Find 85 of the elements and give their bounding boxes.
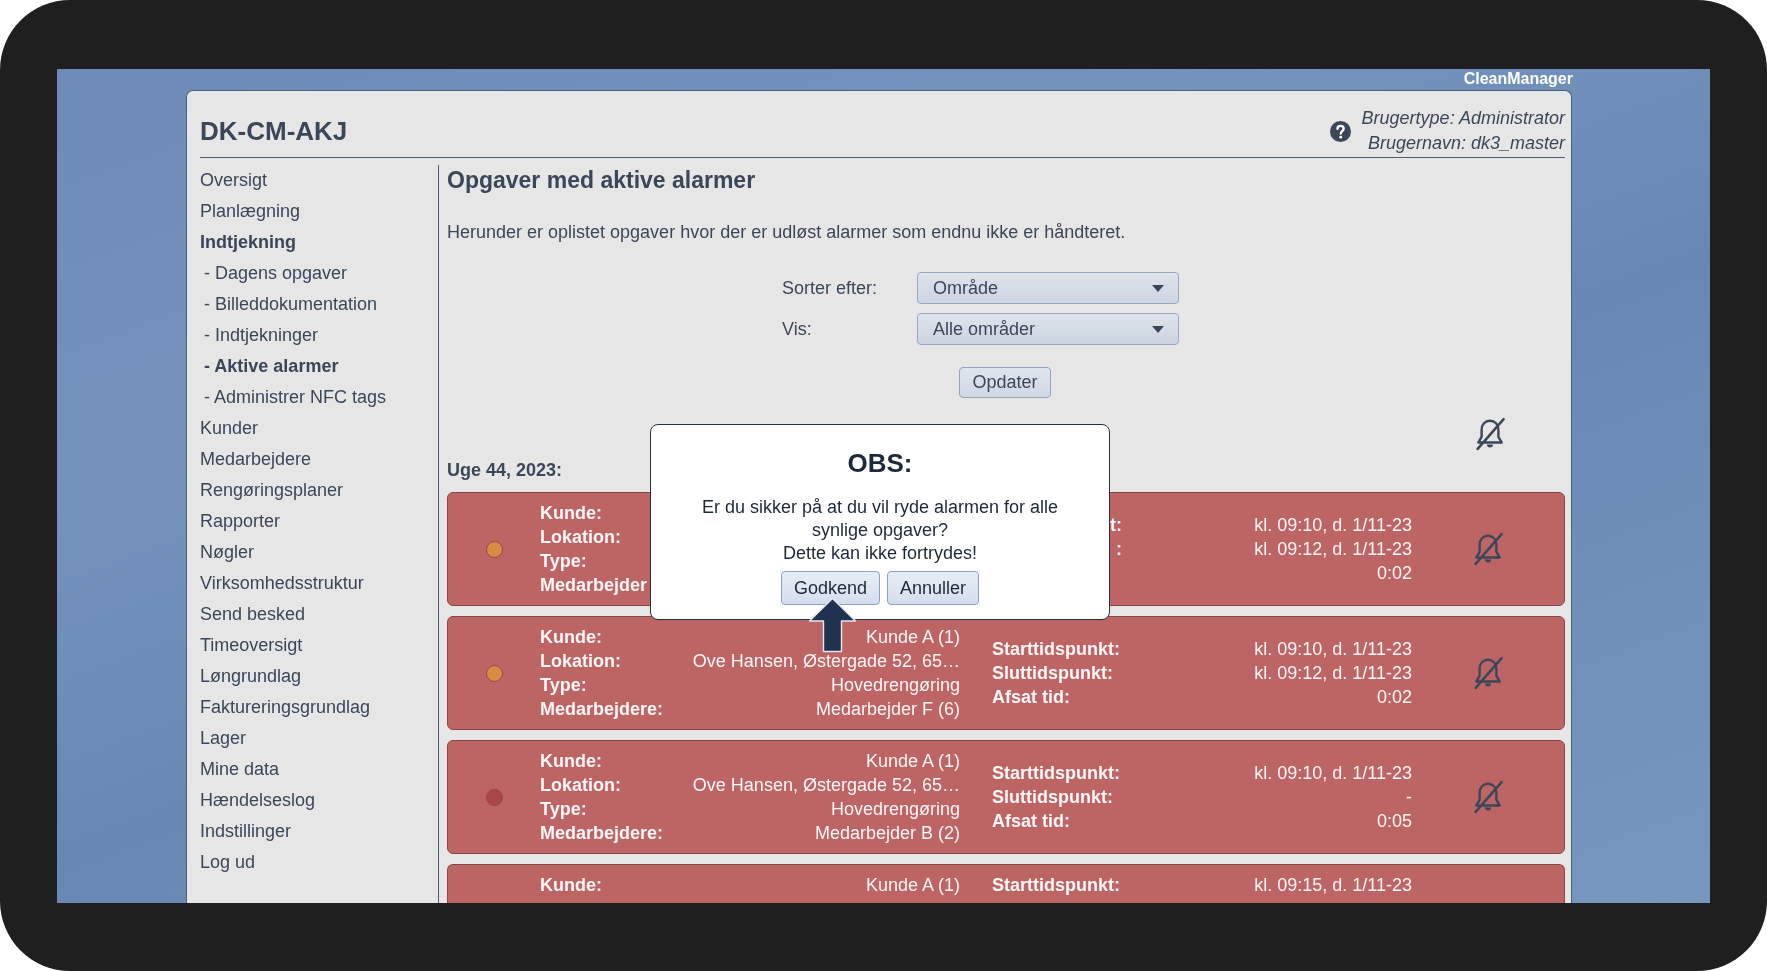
sidebar-link[interactable]: Rapporter [200,506,281,537]
sidebar-link[interactable]: Mine data [200,754,280,785]
field-value: kl. 09:15, d. 1/11-23 [1254,875,1412,895]
field-label: Starttidspunkt: [992,763,1120,783]
field-value: 0:02 [1376,687,1412,707]
field-label: Medarbejder [540,575,648,595]
field-value: Hovedrengøring [830,799,960,819]
update-button[interactable]: Opdater [959,367,1051,398]
field-value: - [1406,787,1412,807]
field-label: Medarbejdere: [540,699,664,719]
sidebar-link[interactable]: Send besked [200,599,306,630]
page-description: Herunder er oplistet opgaver hvor der er udløst alarmer som endnu ikke er håndteret. [447,221,1126,244]
caret-icon [1152,325,1164,333]
field-value: 0:02 [1376,563,1412,583]
field-value: kl. 09:10, d. 1/11-23 [1254,515,1412,535]
field-value: Kunde A (1) [865,627,960,647]
sidebar-link[interactable]: Timeoversigt [200,630,303,661]
sidebar-link[interactable]: Rengøringsplaner [200,475,344,506]
sidebar-link[interactable]: Indtjekning [200,227,296,258]
dropdown[interactable]: Alle områder [917,313,1179,345]
field-label: t: [1110,515,1122,535]
sidebar-link[interactable]: Hændelseslog [200,785,316,816]
filter-label: Vis: [782,318,812,341]
sidebar-link[interactable]: Log ud [200,847,256,878]
field-label: Starttidspunkt: [992,639,1120,659]
sidebar-link[interactable]: Oversigt [200,165,268,196]
dialog-message: Dette kan ikke fortrydes! [782,542,978,565]
sidebar-link[interactable]: Medarbejdere [200,444,312,475]
field-value: Medarbejder B (2) [814,823,960,843]
dropdown[interactable]: Område [917,272,1179,304]
field-label: Sluttidspunkt: [992,787,1113,807]
field-label: Kunde: [540,503,602,523]
sidebar-link[interactable]: Planlægning [200,196,301,227]
field-value: kl. 09:12, d. 1/11-23 [1254,539,1412,559]
field-label: Type: [540,551,587,571]
field-label: Kunde: [540,751,602,771]
field-label: Type: [540,675,587,695]
up-arrow-icon [808,597,857,653]
field-label: Lokation: [540,527,621,547]
field-value: 0:05 [1376,811,1412,831]
field-label: Kunde: [540,627,602,647]
field-value: kl. 09:10, d. 1/11-23 [1254,639,1412,659]
sidebar-link[interactable]: - Billeddokumentation [204,289,378,320]
field-value: Hovedrengøring [830,675,960,695]
field-value: Kunde A (1) [865,751,960,771]
brand-name: CleanManager [1463,69,1573,89]
field-value: kl. 09:12, d. 1/11-23 [1254,663,1412,683]
dialog-button[interactable]: Annuller [887,571,980,605]
help-icon[interactable] [1329,120,1351,142]
sidebar-link[interactable]: Kunder [200,413,259,444]
week-heading: Uge 44, 2023: [447,459,563,481]
field-label: Afsat tid: [992,687,1070,707]
sidebar-link[interactable]: Lager [200,723,247,754]
field-value: Medarbejder F (6) [815,699,960,719]
filter-label: Sorter efter: [782,277,878,300]
sidebar-link[interactable]: Løngrundlag [200,661,302,692]
sidebar-link[interactable]: - Indtjekninger [204,320,319,351]
sidebar-link[interactable]: - Aktive alarmer [204,351,339,382]
field-value: Kunde A (1) [865,875,960,895]
dialog-title: OBS: [846,447,914,479]
page-title: Opgaver med aktive alarmer [447,166,756,195]
sidebar-link[interactable]: - Administrer NFC tags [204,382,387,413]
field-label: Starttidspunkt: [992,875,1120,895]
field-value: Ove Hansen, Østergade 52, 65… [692,775,960,795]
field-label: Sluttidspunkt: [992,663,1113,683]
sidebar-link[interactable]: Nøgler [200,537,254,568]
field-label: Lokation: [540,775,621,795]
field-label: Kunde: [540,875,602,895]
field-label: : [1116,539,1122,559]
dialog-message: Er du sikker på at du vil ryde alarmen for alle synlige opgaver? [700,496,1060,542]
field-label: Medarbejdere: [540,823,664,843]
field-value: Ove Hansen, Østergade 52, 65… [692,651,960,671]
sidebar-link[interactable]: Faktureringsgrundlag [200,692,371,723]
field-label: Lokation: [540,651,621,671]
user-type-text: Brugertype: Administrator [1361,107,1565,130]
sidebar-link[interactable]: Virksomhedsstruktur [200,568,364,599]
user-name-text: Brugernavn: dk3_master [1367,132,1565,155]
sidebar-link[interactable]: Indstillinger [200,816,292,847]
app-title: DK-CM-AKJ [200,115,348,147]
field-label: Type: [540,799,587,819]
sidebar-link[interactable]: - Dagens opgaver [204,258,348,289]
field-value: kl. 09:10, d. 1/11-23 [1254,763,1412,783]
dialog-button[interactable]: Godkend [780,571,880,605]
field-label: Afsat tid: [992,811,1070,831]
caret-icon [1152,284,1164,292]
